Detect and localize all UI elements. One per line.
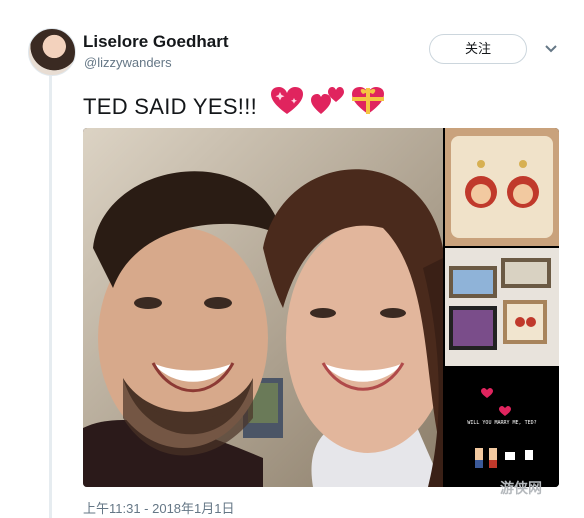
author-handle[interactable]: @lizzywanders: [84, 55, 172, 70]
thumbnail-proposal[interactable]: WILL YOU MARRY ME, TED?: [445, 368, 559, 487]
tweet-timestamp[interactable]: 上午11:31 - 2018年1月1日: [83, 498, 235, 517]
two-hearts-icon: [310, 86, 344, 121]
thread-line: [49, 74, 52, 518]
tweet-media[interactable]: WILL YOU MARRY ME, TED?: [83, 128, 559, 487]
follow-button[interactable]: 关注: [429, 34, 527, 64]
author-name[interactable]: Liselore Goedhart: [83, 32, 228, 52]
proposal-caption: WILL YOU MARRY ME, TED?: [467, 420, 537, 426]
emoji-row: [270, 86, 386, 120]
thumbnail-frames[interactable]: [445, 248, 559, 366]
sparkling-heart-icon: [270, 86, 304, 121]
watermark: 游侠网: [500, 480, 542, 496]
chevron-down-icon[interactable]: [544, 42, 558, 54]
avatar[interactable]: [28, 28, 76, 76]
heart-with-ribbon-icon: [350, 86, 386, 121]
tweet-text: TED SAID YES!!!: [83, 94, 258, 119]
main-photo[interactable]: [83, 128, 443, 487]
thumbnail-earrings[interactable]: [445, 128, 559, 246]
